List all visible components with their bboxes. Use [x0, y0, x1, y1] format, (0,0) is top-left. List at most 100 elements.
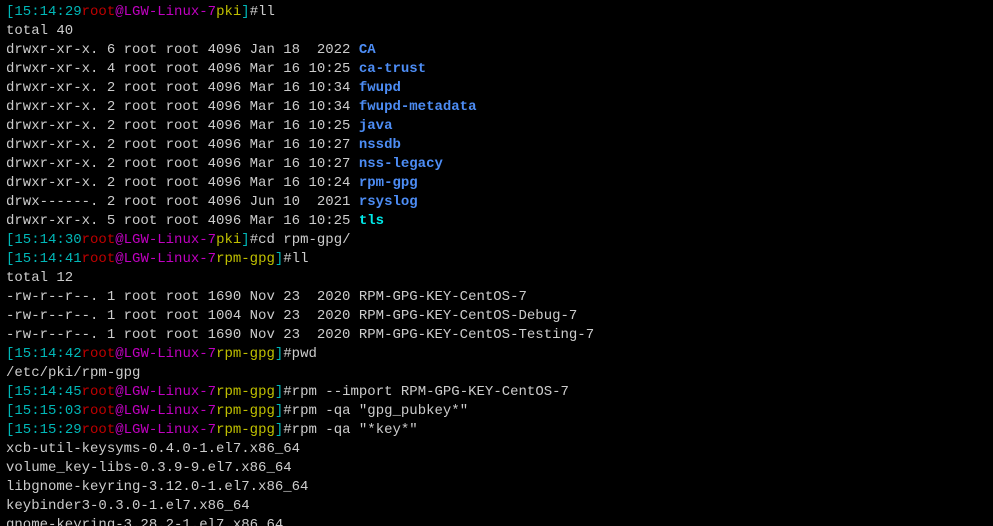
terminal-line: drwxr-xr-x. 2 root root 4096 Mar 16 10:3… — [6, 98, 987, 117]
terminal-line: [15:14:42root@LGW-Linux-7rpm-gpg]#pwd — [6, 345, 987, 364]
prompt-at: @ — [115, 346, 123, 362]
ls-meta: -rw-r--r--. 1 root root 1004 Nov 23 2020 — [6, 308, 359, 324]
ls-filename: nss-legacy — [359, 156, 443, 172]
prompt-command[interactable]: #ll — [283, 251, 308, 267]
ls-filename: RPM-GPG-KEY-CentOS-Debug-7 — [359, 308, 577, 324]
terminal-line: -rw-r--r--. 1 root root 1690 Nov 23 2020… — [6, 326, 987, 345]
terminal-line: drwx------. 2 root root 4096 Jun 10 2021… — [6, 193, 987, 212]
output-text: xcb-util-keysyms-0.4.0-1.el7.x86_64 — [6, 441, 300, 457]
terminal-line: [15:14:45root@LGW-Linux-7rpm-gpg]#rpm --… — [6, 383, 987, 402]
terminal-line: gnome-keyring-3.28.2-1.el7.x86_64 — [6, 516, 987, 526]
terminal-line: drwxr-xr-x. 6 root root 4096 Jan 18 2022… — [6, 41, 987, 60]
prompt-command[interactable]: #cd rpm-gpg/ — [250, 232, 351, 248]
ls-filename: RPM-GPG-KEY-CentOS-Testing-7 — [359, 327, 594, 343]
ls-filename: fwupd — [359, 80, 401, 96]
output-text: keybinder3-0.3.0-1.el7.x86_64 — [6, 498, 250, 514]
prompt-at: @ — [115, 403, 123, 419]
ls-filename: rsyslog — [359, 194, 418, 210]
ls-meta: drwxr-xr-x. 6 root root 4096 Jan 18 2022 — [6, 42, 359, 58]
terminal-line: [15:15:29root@LGW-Linux-7rpm-gpg]#rpm -q… — [6, 421, 987, 440]
prompt-host: LGW-Linux-7 — [124, 403, 216, 419]
prompt-cwd: rpm-gpg — [216, 422, 275, 438]
prompt-host: LGW-Linux-7 — [124, 232, 216, 248]
prompt-command[interactable]: #rpm -qa "gpg_pubkey*" — [283, 403, 468, 419]
prompt-user: root — [82, 232, 116, 248]
terminal-line: drwxr-xr-x. 5 root root 4096 Mar 16 10:2… — [6, 212, 987, 231]
terminal-line: keybinder3-0.3.0-1.el7.x86_64 — [6, 497, 987, 516]
prompt-cwd: pki — [216, 4, 241, 20]
ls-filename: ca-trust — [359, 61, 426, 77]
prompt-cwd: rpm-gpg — [216, 403, 275, 419]
prompt-at: @ — [115, 251, 123, 267]
terminal-line: [15:15:03root@LGW-Linux-7rpm-gpg]#rpm -q… — [6, 402, 987, 421]
prompt-host: LGW-Linux-7 — [124, 346, 216, 362]
prompt-user: root — [82, 422, 116, 438]
prompt-user: root — [82, 251, 116, 267]
terminal-line: total 40 — [6, 22, 987, 41]
ls-meta: drwx------. 2 root root 4096 Jun 10 2021 — [6, 194, 359, 210]
ls-filename: CA — [359, 42, 376, 58]
prompt-host: LGW-Linux-7 — [124, 384, 216, 400]
ls-meta: drwxr-xr-x. 2 root root 4096 Mar 16 10:2… — [6, 175, 359, 191]
ls-meta: -rw-r--r--. 1 root root 1690 Nov 23 2020 — [6, 327, 359, 343]
prompt-at: @ — [115, 4, 123, 20]
prompt-user: root — [82, 403, 116, 419]
output-text: volume_key-libs-0.3.9-9.el7.x86_64 — [6, 460, 292, 476]
terminal-line: xcb-util-keysyms-0.4.0-1.el7.x86_64 — [6, 440, 987, 459]
prompt-command[interactable]: #rpm --import RPM-GPG-KEY-CentOS-7 — [283, 384, 569, 400]
ls-meta: drwxr-xr-x. 2 root root 4096 Mar 16 10:2… — [6, 156, 359, 172]
ls-filename: fwupd-metadata — [359, 99, 477, 115]
terminal-line: /etc/pki/rpm-gpg — [6, 364, 987, 383]
prompt-timestamp: 15:14:41 — [14, 251, 81, 267]
terminal-line: [15:14:29root@LGW-Linux-7pki]#ll — [6, 3, 987, 22]
prompt-cwd: pki — [216, 232, 241, 248]
terminal-line: drwxr-xr-x. 2 root root 4096 Mar 16 10:2… — [6, 117, 987, 136]
prompt-cwd: rpm-gpg — [216, 251, 275, 267]
prompt-at: @ — [115, 422, 123, 438]
prompt-host: LGW-Linux-7 — [124, 4, 216, 20]
ls-filename: RPM-GPG-KEY-CentOS-7 — [359, 289, 527, 305]
prompt-timestamp: 15:14:45 — [14, 384, 81, 400]
prompt-user: root — [82, 4, 116, 20]
prompt-command[interactable]: #pwd — [283, 346, 317, 362]
terminal-output[interactable]: [15:14:29root@LGW-Linux-7pki]#lltotal 40… — [0, 0, 993, 526]
prompt-bracket: ] — [241, 4, 249, 20]
ls-filename: java — [359, 118, 393, 134]
prompt-bracket: ] — [241, 232, 249, 248]
ls-meta: drwxr-xr-x. 2 root root 4096 Mar 16 10:2… — [6, 137, 359, 153]
terminal-line: libgnome-keyring-3.12.0-1.el7.x86_64 — [6, 478, 987, 497]
prompt-user: root — [82, 384, 116, 400]
prompt-host: LGW-Linux-7 — [124, 422, 216, 438]
terminal-line: -rw-r--r--. 1 root root 1004 Nov 23 2020… — [6, 307, 987, 326]
ls-meta: drwxr-xr-x. 2 root root 4096 Mar 16 10:3… — [6, 99, 359, 115]
ls-filename: rpm-gpg — [359, 175, 418, 191]
ls-meta: drwxr-xr-x. 2 root root 4096 Mar 16 10:2… — [6, 118, 359, 134]
prompt-command[interactable]: #rpm -qa "*key*" — [283, 422, 417, 438]
terminal-line: -rw-r--r--. 1 root root 1690 Nov 23 2020… — [6, 288, 987, 307]
terminal-line: drwxr-xr-x. 2 root root 4096 Mar 16 10:2… — [6, 174, 987, 193]
terminal-line: drwxr-xr-x. 2 root root 4096 Mar 16 10:3… — [6, 79, 987, 98]
prompt-timestamp: 15:14:42 — [14, 346, 81, 362]
terminal-line: total 12 — [6, 269, 987, 288]
output-text: total 12 — [6, 270, 73, 286]
terminal-line: drwxr-xr-x. 2 root root 4096 Mar 16 10:2… — [6, 155, 987, 174]
terminal-line: volume_key-libs-0.3.9-9.el7.x86_64 — [6, 459, 987, 478]
ls-meta: drwxr-xr-x. 2 root root 4096 Mar 16 10:3… — [6, 80, 359, 96]
prompt-timestamp: 15:14:30 — [14, 232, 81, 248]
ls-meta: -rw-r--r--. 1 root root 1690 Nov 23 2020 — [6, 289, 359, 305]
prompt-timestamp: 15:15:03 — [14, 403, 81, 419]
output-text: total 40 — [6, 23, 73, 39]
terminal-line: drwxr-xr-x. 4 root root 4096 Mar 16 10:2… — [6, 60, 987, 79]
prompt-cwd: rpm-gpg — [216, 384, 275, 400]
prompt-timestamp: 15:15:29 — [14, 422, 81, 438]
prompt-at: @ — [115, 232, 123, 248]
output-text: gnome-keyring-3.28.2-1.el7.x86_64 — [6, 517, 283, 526]
prompt-command[interactable]: #ll — [250, 4, 275, 20]
prompt-host: LGW-Linux-7 — [124, 251, 216, 267]
ls-meta: drwxr-xr-x. 4 root root 4096 Mar 16 10:2… — [6, 61, 359, 77]
terminal-line: drwxr-xr-x. 2 root root 4096 Mar 16 10:2… — [6, 136, 987, 155]
terminal-line: [15:14:41root@LGW-Linux-7rpm-gpg]#ll — [6, 250, 987, 269]
output-text: /etc/pki/rpm-gpg — [6, 365, 140, 381]
prompt-at: @ — [115, 384, 123, 400]
prompt-timestamp: 15:14:29 — [14, 4, 81, 20]
